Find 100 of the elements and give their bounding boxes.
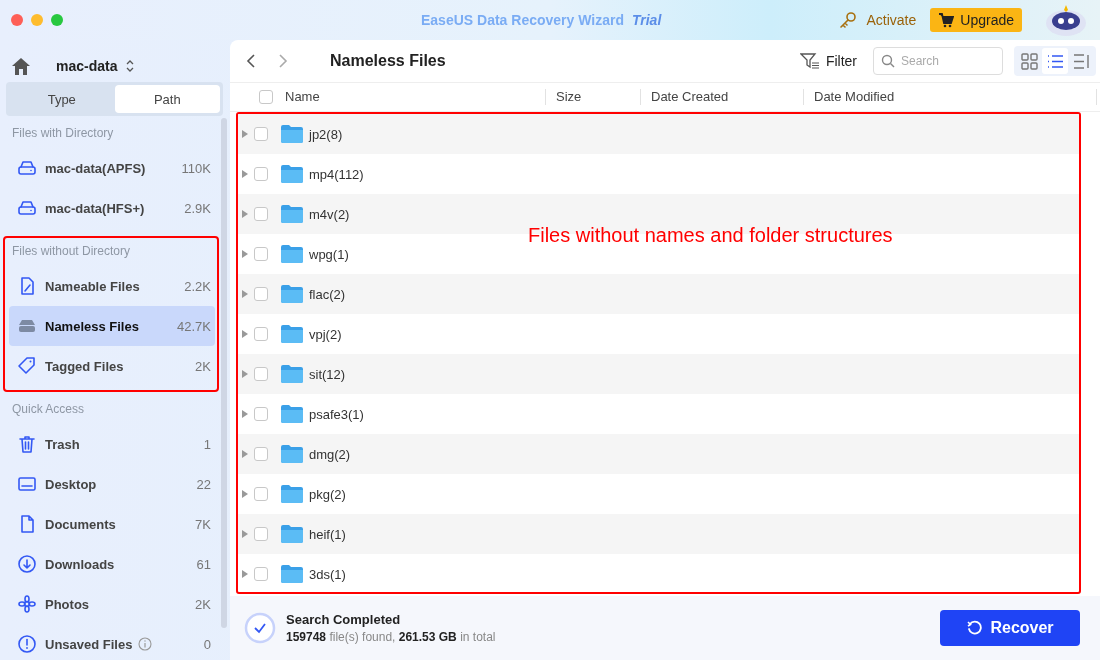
sidebar-panel-icon	[1071, 51, 1091, 71]
download-icon	[17, 554, 37, 574]
annotation-text: Files without names and folder structures	[528, 224, 893, 247]
activate-button[interactable]: Activate	[838, 10, 917, 30]
status-title: Search Completed	[286, 612, 402, 627]
sidebar-item[interactable]: Nameable Files 2.2K	[9, 266, 215, 306]
folder-name[interactable]: jp2(8)	[309, 126, 343, 142]
folder-icon	[280, 404, 304, 424]
zoom-button[interactable]	[51, 14, 63, 26]
home-icon	[10, 56, 32, 76]
folder-icon	[280, 164, 304, 184]
up-down-chevron-icon	[125, 59, 136, 73]
folder-icon	[280, 444, 304, 464]
row-checkbox[interactable]	[254, 527, 268, 541]
folder-name[interactable]: heif(1)	[309, 526, 346, 542]
row-checkbox[interactable]	[254, 447, 268, 461]
exclamation-icon	[17, 634, 37, 654]
expand-triangle-icon	[241, 209, 249, 219]
folder-name[interactable]: flac(2)	[309, 286, 346, 302]
view-button[interactable]	[1042, 48, 1068, 74]
expand-triangle-icon	[241, 409, 249, 419]
recover-button[interactable]: Recover	[940, 610, 1080, 646]
section-heading: Files without Directory	[11, 243, 132, 260]
folder-icon	[280, 524, 304, 544]
sidebar-item[interactable]: Desktop 22	[9, 464, 215, 504]
key-icon	[838, 10, 859, 30]
folder-name[interactable]: mp4(112)	[309, 166, 364, 182]
folder-name[interactable]: m4v(2)	[309, 206, 350, 222]
row-checkbox[interactable]	[254, 287, 268, 301]
sidebar-item[interactable]: Downloads 61	[9, 544, 215, 584]
column-header[interactable]: Date Modified	[804, 89, 1097, 105]
tab[interactable]: Path	[114, 85, 220, 113]
search-field[interactable]: Search	[873, 47, 1003, 75]
expand-triangle-icon	[241, 369, 249, 379]
chevron-left-icon	[246, 53, 256, 69]
status-detail: 159748 file(s) found, 261.53 GB in total	[286, 630, 497, 644]
folder-name[interactable]: 3ds(1)	[309, 566, 346, 582]
chevron-right-icon	[278, 53, 288, 69]
column-header[interactable]: Name	[275, 89, 546, 105]
expand-triangle-icon	[241, 529, 249, 539]
sidebar-item[interactable]: Photos 2K	[9, 584, 215, 624]
row-checkbox[interactable]	[254, 407, 268, 421]
expand-triangle-icon	[241, 249, 249, 259]
folder-icon	[280, 124, 304, 144]
folder-name[interactable]: psafe3(1)	[309, 406, 364, 422]
folder-icon	[280, 284, 304, 304]
row-checkbox[interactable]	[254, 487, 268, 501]
folder-name[interactable]: wpg(1)	[309, 246, 349, 262]
refresh-icon	[966, 620, 983, 636]
section-heading: Quick Access	[11, 401, 86, 418]
row-checkbox[interactable]	[254, 207, 268, 221]
filter-button[interactable]: Filter	[799, 52, 857, 70]
section-heading: Files with Directory	[11, 125, 115, 142]
expand-triangle-icon	[241, 329, 249, 339]
row-checkbox[interactable]	[254, 167, 268, 181]
drive-icon	[17, 198, 37, 218]
monitor-icon	[17, 474, 37, 494]
row-checkbox[interactable]	[254, 247, 268, 261]
folder-icon	[280, 364, 304, 384]
tab[interactable]: Type	[9, 85, 115, 113]
expand-triangle-icon	[241, 129, 249, 139]
folder-icon	[280, 324, 304, 344]
row-checkbox[interactable]	[254, 327, 268, 341]
minimize-button[interactable]	[31, 14, 43, 26]
sidebar-item[interactable]: Nameless Files 42.7K	[9, 306, 215, 346]
sidebar-item[interactable]: Trash 1	[9, 424, 215, 464]
folder-name[interactable]: pkg(2)	[309, 486, 346, 502]
upgrade-button[interactable]: Upgrade	[930, 8, 1022, 32]
page-title: Nameless Files	[330, 52, 447, 70]
folder-name[interactable]: dmg(2)	[309, 446, 351, 462]
folder-icon	[280, 484, 304, 504]
sidebar-item[interactable]: Tagged Files 2K	[9, 346, 215, 386]
flower-icon	[17, 594, 37, 614]
folder-name[interactable]: sit(12)	[309, 366, 346, 382]
sidebar-item[interactable]: Documents 7K	[9, 504, 215, 544]
filter-icon	[799, 52, 820, 70]
search-icon	[881, 54, 895, 68]
trash-icon	[17, 434, 37, 454]
scrollbar[interactable]	[221, 118, 227, 628]
column-header[interactable]: Date Created	[641, 89, 804, 105]
expand-triangle-icon	[241, 169, 249, 179]
select-all-checkbox[interactable]	[259, 90, 273, 104]
drive-icon	[17, 158, 37, 178]
row-checkbox[interactable]	[254, 367, 268, 381]
folder-icon	[280, 244, 304, 264]
check-circle-icon	[244, 612, 276, 644]
column-header[interactable]: Size	[546, 89, 641, 105]
row-checkbox[interactable]	[254, 567, 268, 581]
sidebar-item[interactable]: Unsaved Files 0	[9, 624, 215, 660]
sidebar-item[interactable]: mac-data(APFS) 110K	[9, 148, 215, 188]
folder-icon	[280, 564, 304, 584]
folder-name[interactable]: vpj(2)	[309, 326, 342, 342]
edition-label: Trial	[631, 12, 662, 28]
close-button[interactable]	[11, 14, 23, 26]
row-checkbox[interactable]	[254, 127, 268, 141]
tag-icon	[17, 356, 37, 376]
grid-view-icon	[1019, 51, 1039, 71]
drive-selector[interactable]: mac-data	[56, 58, 136, 74]
expand-triangle-icon	[241, 489, 249, 499]
sidebar-item[interactable]: mac-data(HFS+) 2.9K	[9, 188, 215, 228]
